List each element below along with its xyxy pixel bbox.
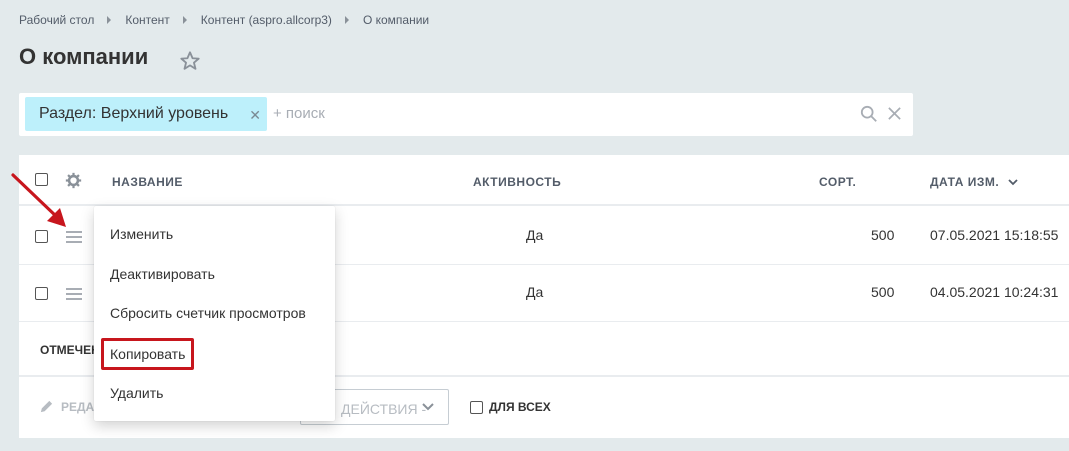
cell-sort: 500 xyxy=(871,227,895,243)
for-all-option[interactable]: ДЛЯ ВСЕХ xyxy=(470,400,551,414)
filter-tag[interactable]: Раздел: Верхний уровень ✕ xyxy=(25,97,267,131)
page-title: О компании xyxy=(19,44,149,69)
for-all-checkbox[interactable] xyxy=(470,400,483,414)
column-header-name[interactable]: НАЗВАНИЕ xyxy=(112,175,183,189)
for-all-label: ДЛЯ ВСЕХ xyxy=(489,400,551,414)
breadcrumb: Рабочий стол Контент Контент (aspro.allc… xyxy=(19,13,429,27)
breadcrumb-item-desktop[interactable]: Рабочий стол xyxy=(19,13,94,27)
arrow-annotation-icon xyxy=(11,173,66,227)
breadcrumb-item-current: О компании xyxy=(362,13,430,27)
menu-item-edit[interactable]: Изменить xyxy=(110,226,173,242)
breadcrumb-item-content-allcorp[interactable]: Контент (aspro.allcorp3) xyxy=(201,13,332,27)
chevron-down-icon xyxy=(422,403,434,411)
star-icon[interactable] xyxy=(179,50,201,72)
edit-button[interactable]: РЕДА xyxy=(39,399,94,414)
pencil-icon xyxy=(40,400,53,413)
context-menu: Изменить Деактивировать Сбросить счетчик… xyxy=(94,206,335,421)
column-header-active[interactable]: АКТИВНОСТЬ xyxy=(473,175,561,189)
close-icon[interactable]: ✕ xyxy=(249,107,261,124)
search-input[interactable] xyxy=(273,105,833,122)
column-header-sort[interactable]: СОРТ. xyxy=(819,175,856,189)
menu-icon[interactable] xyxy=(66,231,82,243)
filter-bar: Раздел: Верхний уровень ✕ xyxy=(19,93,913,136)
menu-item-delete[interactable]: Удалить xyxy=(110,385,163,401)
menu-item-deactivate[interactable]: Деактивировать xyxy=(110,266,215,282)
column-header-date[interactable]: ДАТА ИЗМ. xyxy=(930,175,1018,189)
cell-active: Да xyxy=(526,227,544,243)
menu-icon[interactable] xyxy=(66,288,82,300)
selected-count-label: ОТМЕЧЕН xyxy=(40,343,100,357)
clear-icon[interactable] xyxy=(887,106,902,121)
chevron-right-icon xyxy=(344,16,349,24)
row-checkbox[interactable] xyxy=(35,287,48,300)
cell-date: 07.05.2021 15:18:55 xyxy=(930,227,1059,243)
chevron-down-icon xyxy=(1008,179,1018,186)
highlight-frame xyxy=(101,338,194,370)
chevron-right-icon xyxy=(182,16,187,24)
context-menu-pointer xyxy=(84,226,94,246)
grid-header: НАЗВАНИЕ АКТИВНОСТЬ СОРТ. ДАТА ИЗМ. xyxy=(19,155,1069,206)
search-icon[interactable] xyxy=(860,105,878,123)
breadcrumb-item-content[interactable]: Контент xyxy=(125,13,169,27)
filter-tag-label: Раздел: Верхний уровень xyxy=(39,105,229,122)
cell-active: Да xyxy=(526,284,544,300)
cell-date: 04.05.2021 10:24:31 xyxy=(930,284,1059,300)
chevron-right-icon xyxy=(107,16,112,24)
menu-item-reset-views[interactable]: Сбросить счетчик просмотров xyxy=(110,305,306,321)
cell-sort: 500 xyxy=(871,284,895,300)
